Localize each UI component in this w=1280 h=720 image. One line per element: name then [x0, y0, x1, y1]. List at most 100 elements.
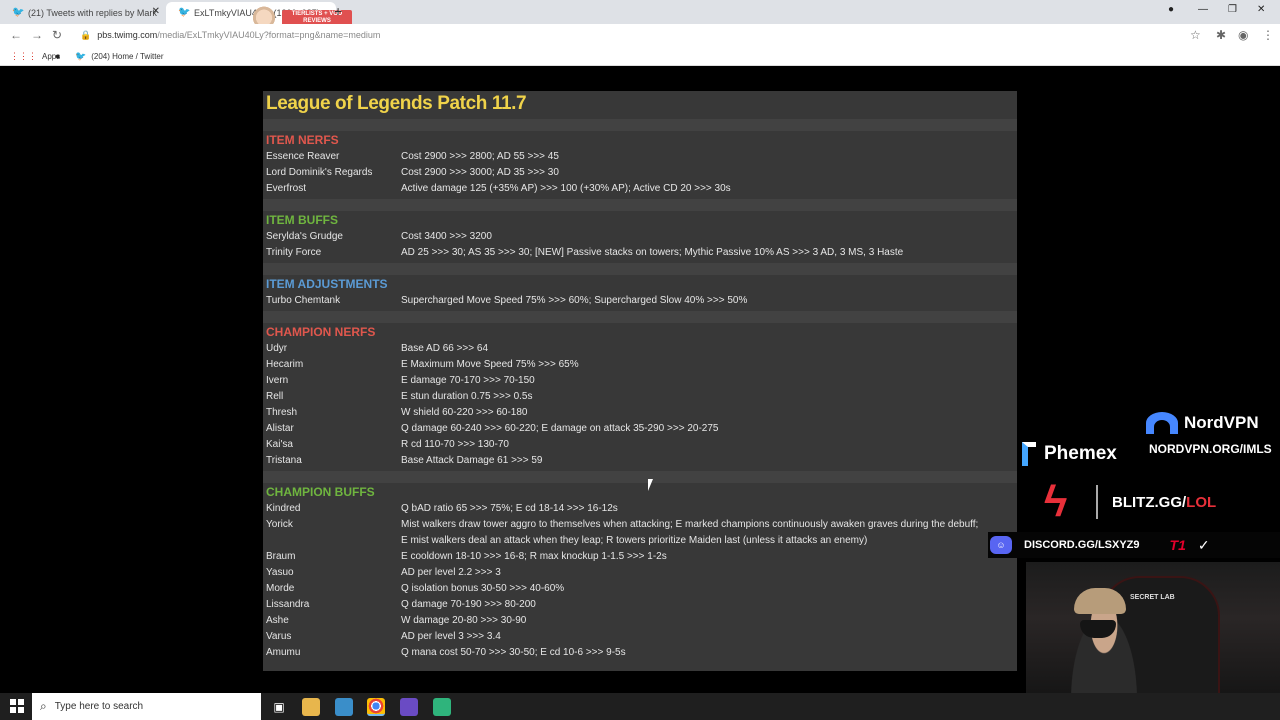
table-row: Turbo Chemtank Supercharged Move Speed 75… — [263, 293, 1017, 309]
item-name: Trinity Force — [266, 247, 322, 258]
phemex-icon — [1022, 442, 1036, 466]
profile-avatar-icon[interactable]: ◉ — [1238, 28, 1248, 42]
item-name: Udyr — [266, 343, 288, 354]
section-divider — [263, 199, 1017, 211]
restore-button[interactable]: ❐ — [1228, 4, 1237, 15]
section-heading: ITEM BUFFS — [266, 213, 338, 227]
table-row: Yasuo AD per level 2.2 >>> 3 — [263, 565, 1017, 581]
change-text: Cost 2900 >>> 3000; AD 35 >>> 30 — [401, 167, 559, 178]
item-name: Alistar — [266, 423, 294, 434]
item-name: Everfrost — [266, 183, 307, 194]
task-view-icon[interactable]: ▣ — [270, 698, 288, 716]
bookmark-extension[interactable]: ● — [55, 51, 65, 61]
tab-tweets[interactable]: 🐦 (21) Tweets with replies by Mark ✕ — [0, 2, 166, 24]
reload-icon[interactable]: ↻ — [52, 28, 62, 42]
change-text: R cd 110-70 >>> 130-70 — [401, 439, 509, 450]
change-text: Q mana cost 50-70 >>> 30-50; E cd 10-6 >… — [401, 647, 626, 658]
close-window-button[interactable]: ✕ — [1257, 4, 1265, 15]
minimize-button[interactable]: — — [1198, 4, 1208, 15]
file-explorer-icon[interactable] — [302, 698, 320, 716]
nordvpn-logo: NordVPN — [1146, 412, 1259, 434]
item-name: Hecarim — [266, 359, 304, 370]
change-text: AD per level 3 >>> 3.4 — [401, 631, 501, 642]
change-text: Q bAD ratio 65 >>> 75%; E cd 18-14 >>> 1… — [401, 503, 618, 514]
table-row: Hecarim E Maximum Move Speed 75% >>> 65% — [263, 357, 1017, 373]
blitz-url-suffix: LOL — [1186, 493, 1217, 511]
stream-app-icon[interactable] — [400, 698, 418, 716]
url-field[interactable]: 🔒 pbs.twimg.com/media/ExLTmkyVIAU40Ly?fo… — [80, 27, 1210, 43]
item-name: Rell — [266, 391, 284, 402]
change-text: Q damage 70-190 >>> 80-200 — [401, 599, 536, 610]
table-row: Ashe W damage 20-80 >>> 30-90 — [263, 613, 1017, 629]
taskbar-search[interactable]: ⌕ Type here to search — [32, 693, 261, 720]
item-name: Tristana — [266, 455, 302, 466]
section-divider — [263, 471, 1017, 483]
stream-overlay: NordVPN NORDVPN.ORG/IMLS Phemex ϟ BLITZ.… — [988, 408, 1280, 702]
mouse-cursor — [648, 479, 658, 491]
tab-strip: 🐦 (21) Tweets with replies by Mark ✕ 🐦 E… — [0, 0, 1280, 32]
bookmark-apps[interactable]: ⋮⋮⋮ Apps — [10, 51, 60, 62]
change-text: E mist walkers deal an attack when they … — [401, 535, 868, 546]
bookmark-star-icon[interactable]: ☆ — [1190, 28, 1201, 42]
change-text: E damage 70-170 >>> 70-150 — [401, 375, 535, 386]
tab-label: (21) Tweets with replies by Mark — [28, 8, 157, 18]
page-title: League of Legends Patch 11.7 — [266, 93, 527, 114]
blitz-url-prefix: BLITZ.GG/ — [1112, 493, 1187, 511]
change-text: W damage 20-80 >>> 30-90 — [401, 615, 527, 626]
webcam-feed: SECRET LAB — [1026, 562, 1280, 702]
back-icon[interactable]: ← — [10, 28, 22, 42]
table-row: Braum E cooldown 18-10 >>> 16-8; R max kn… — [263, 549, 1017, 565]
windows-start-icon[interactable] — [10, 699, 24, 713]
item-name: Yasuo — [266, 567, 294, 578]
twitter-icon: 🐦 — [178, 7, 191, 18]
forward-icon[interactable]: → — [31, 28, 43, 42]
change-text: Supercharged Move Speed 75% >>> 60%; Sup… — [401, 295, 748, 306]
table-row: E mist walkers deal an attack when they … — [263, 533, 1017, 549]
chrome-icon[interactable] — [367, 698, 385, 716]
change-text: Active damage 125 (+35% AP) >>> 100 (+30… — [401, 183, 731, 194]
item-name: Lord Dominik's Regards — [266, 167, 373, 178]
nordvpn-brand: NordVPN — [1184, 413, 1259, 432]
table-row: Alistar Q damage 60-240 >>> 60-220; E dam… — [263, 421, 1017, 437]
nike-swoosh-icon: ✓ — [1197, 536, 1210, 553]
change-text: Base Attack Damage 61 >>> 59 — [401, 455, 543, 466]
item-name: Ashe — [266, 615, 289, 626]
section-heading: ITEM NERFS — [266, 133, 339, 147]
change-text: E stun duration 0.75 >>> 0.5s — [401, 391, 533, 402]
extension-icon: ● — [55, 51, 61, 61]
table-row: Kindred Q bAD ratio 65 >>> 75%; E cd 18-1… — [263, 501, 1017, 517]
section-divider — [263, 263, 1017, 275]
item-name: Essence Reaver — [266, 151, 340, 162]
new-tab-button[interactable]: + — [334, 3, 342, 19]
profile-dot-icon[interactable]: ● — [1168, 4, 1174, 15]
close-icon[interactable]: ✕ — [152, 6, 160, 17]
bookmark-twitter[interactable]: 🐦 (204) Home / Twitter — [75, 51, 164, 62]
section-divider — [263, 311, 1017, 323]
table-row: Udyr Base AD 66 >>> 64 — [263, 341, 1017, 357]
chat-app-icon[interactable] — [433, 698, 451, 716]
extensions-icon[interactable]: ✱ — [1216, 28, 1226, 42]
table-row: Morde Q isolation bonus 30-50 >>> 40-60% — [263, 581, 1017, 597]
item-name: Morde — [266, 583, 295, 594]
change-text: E Maximum Move Speed 75% >>> 65% — [401, 359, 579, 370]
streamer-hair — [1074, 588, 1126, 614]
patch-notes-image: League of Legends Patch 11.7 ITEM NERFS E… — [263, 91, 1017, 671]
search-icon: ⌕ — [40, 699, 47, 713]
blitz-url: BLITZ.GG/LOL — [1112, 494, 1216, 511]
table-row: Kai'sa R cd 110-70 >>> 130-70 — [263, 437, 1017, 453]
table-row: Lord Dominik's Regards Cost 2900 >>> 3000… — [263, 165, 1017, 181]
item-name: Varus — [266, 631, 292, 642]
change-text: Cost 2900 >>> 2800; AD 55 >>> 45 — [401, 151, 559, 162]
discord-icon: ☺ — [990, 536, 1012, 554]
item-name: Braum — [266, 551, 296, 562]
section-heading: CHAMPION NERFS — [266, 325, 376, 339]
item-name: Ivern — [266, 375, 289, 386]
item-name: Kindred — [266, 503, 301, 514]
change-text: Q isolation bonus 30-50 >>> 40-60% — [401, 583, 565, 594]
item-name: Kai'sa — [266, 439, 293, 450]
app-icon[interactable] — [335, 698, 353, 716]
apps-grid-icon: ⋮⋮⋮ — [10, 51, 37, 61]
lock-icon: 🔒 — [80, 29, 92, 40]
bookmark-label: (204) Home / Twitter — [91, 52, 164, 61]
menu-icon[interactable]: ⋮ — [1262, 28, 1274, 42]
